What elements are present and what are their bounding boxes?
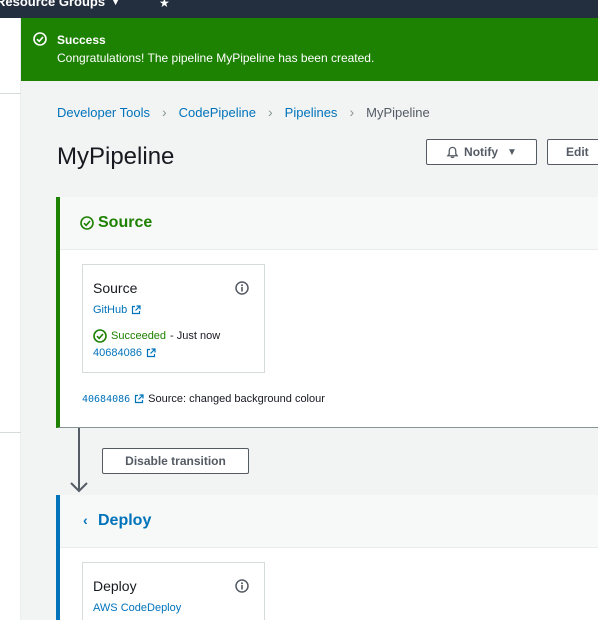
success-check-icon bbox=[80, 216, 94, 230]
breadcrumb-current: MyPipeline bbox=[366, 104, 430, 120]
source-stage: Source Source GitHub Succeeded - Just no… bbox=[56, 197, 598, 428]
breadcrumb: Developer Tools › CodePipeline › Pipelin… bbox=[57, 104, 430, 120]
revision-message: Source: changed background colour bbox=[148, 393, 325, 405]
breadcrumb-developer-tools[interactable]: Developer Tools bbox=[57, 105, 150, 120]
edit-label: Edit bbox=[566, 145, 589, 159]
provider-label: GitHub bbox=[93, 304, 128, 316]
star-icon[interactable]: ★ bbox=[159, 0, 170, 10]
source-stage-name: Source bbox=[98, 214, 153, 231]
chevron-right-icon: › bbox=[268, 104, 273, 120]
success-flashbar: Success Congratulations! The pipeline My… bbox=[21, 18, 598, 81]
side-divider bbox=[0, 93, 21, 94]
source-stage-header: Source bbox=[60, 197, 598, 250]
status-time: - Just now bbox=[170, 330, 221, 342]
left-side-panel bbox=[0, 18, 21, 620]
status-text: Succeeded bbox=[111, 330, 167, 342]
side-divider bbox=[0, 432, 21, 433]
chevron-down-icon: ▼ bbox=[111, 0, 121, 7]
action-name: Source bbox=[93, 280, 138, 296]
source-action-card: Source GitHub Succeeded - Just now 40684… bbox=[82, 264, 265, 373]
commit-link[interactable]: 40684086 bbox=[93, 347, 156, 359]
external-link-icon[interactable] bbox=[134, 394, 144, 404]
revision-id-link[interactable]: 40684086 bbox=[82, 394, 130, 405]
external-link-icon bbox=[131, 305, 141, 315]
source-revision: 40684086 Source: changed background colo… bbox=[82, 393, 325, 405]
info-icon[interactable] bbox=[235, 579, 249, 593]
deploy-stage-header: ‹ Deploy bbox=[60, 495, 598, 548]
transition-arrow-icon bbox=[70, 428, 88, 494]
action-status: Succeeded - Just now bbox=[93, 329, 220, 343]
flash-message: Congratulations! The pipeline MyPipeline… bbox=[57, 51, 375, 65]
top-nav: Resource Groups ▼ ★ bbox=[0, 0, 598, 18]
deploy-stage-name: Deploy bbox=[98, 512, 152, 529]
external-link-icon bbox=[146, 348, 156, 358]
success-check-icon bbox=[33, 32, 47, 46]
page-title: MyPipeline bbox=[57, 143, 175, 170]
deploy-action-card: Deploy AWS CodeDeploy bbox=[82, 562, 265, 620]
edit-button[interactable]: Edit bbox=[547, 139, 598, 165]
commit-id: 40684086 bbox=[93, 347, 142, 359]
notify-label: Notify bbox=[464, 145, 499, 159]
caret-down-icon: ▼ bbox=[507, 146, 517, 158]
breadcrumb-pipelines[interactable]: Pipelines bbox=[285, 105, 338, 120]
resource-groups-menu[interactable]: Resource Groups ▼ bbox=[0, 0, 120, 9]
action-provider-link[interactable]: AWS CodeDeploy bbox=[93, 602, 181, 614]
disable-transition-button[interactable]: Disable transition bbox=[102, 448, 249, 474]
resource-groups-label: Resource Groups bbox=[0, 0, 106, 9]
action-name: Deploy bbox=[93, 578, 137, 594]
breadcrumb-codepipeline[interactable]: CodePipeline bbox=[179, 105, 256, 120]
bell-icon bbox=[446, 146, 459, 159]
chevron-right-icon: › bbox=[161, 104, 167, 120]
provider-label: AWS CodeDeploy bbox=[93, 602, 182, 614]
disable-transition-label: Disable transition bbox=[125, 454, 226, 468]
success-check-icon bbox=[93, 329, 107, 343]
in-progress-icon: ‹ bbox=[83, 512, 88, 528]
deploy-stage: ‹ Deploy Deploy AWS CodeDeploy bbox=[56, 495, 598, 620]
flash-title: Success bbox=[57, 33, 106, 47]
action-provider-link[interactable]: GitHub bbox=[93, 304, 141, 316]
notify-button[interactable]: Notify ▼ bbox=[426, 139, 537, 165]
info-icon[interactable] bbox=[235, 281, 249, 295]
chevron-right-icon: › bbox=[349, 104, 355, 120]
